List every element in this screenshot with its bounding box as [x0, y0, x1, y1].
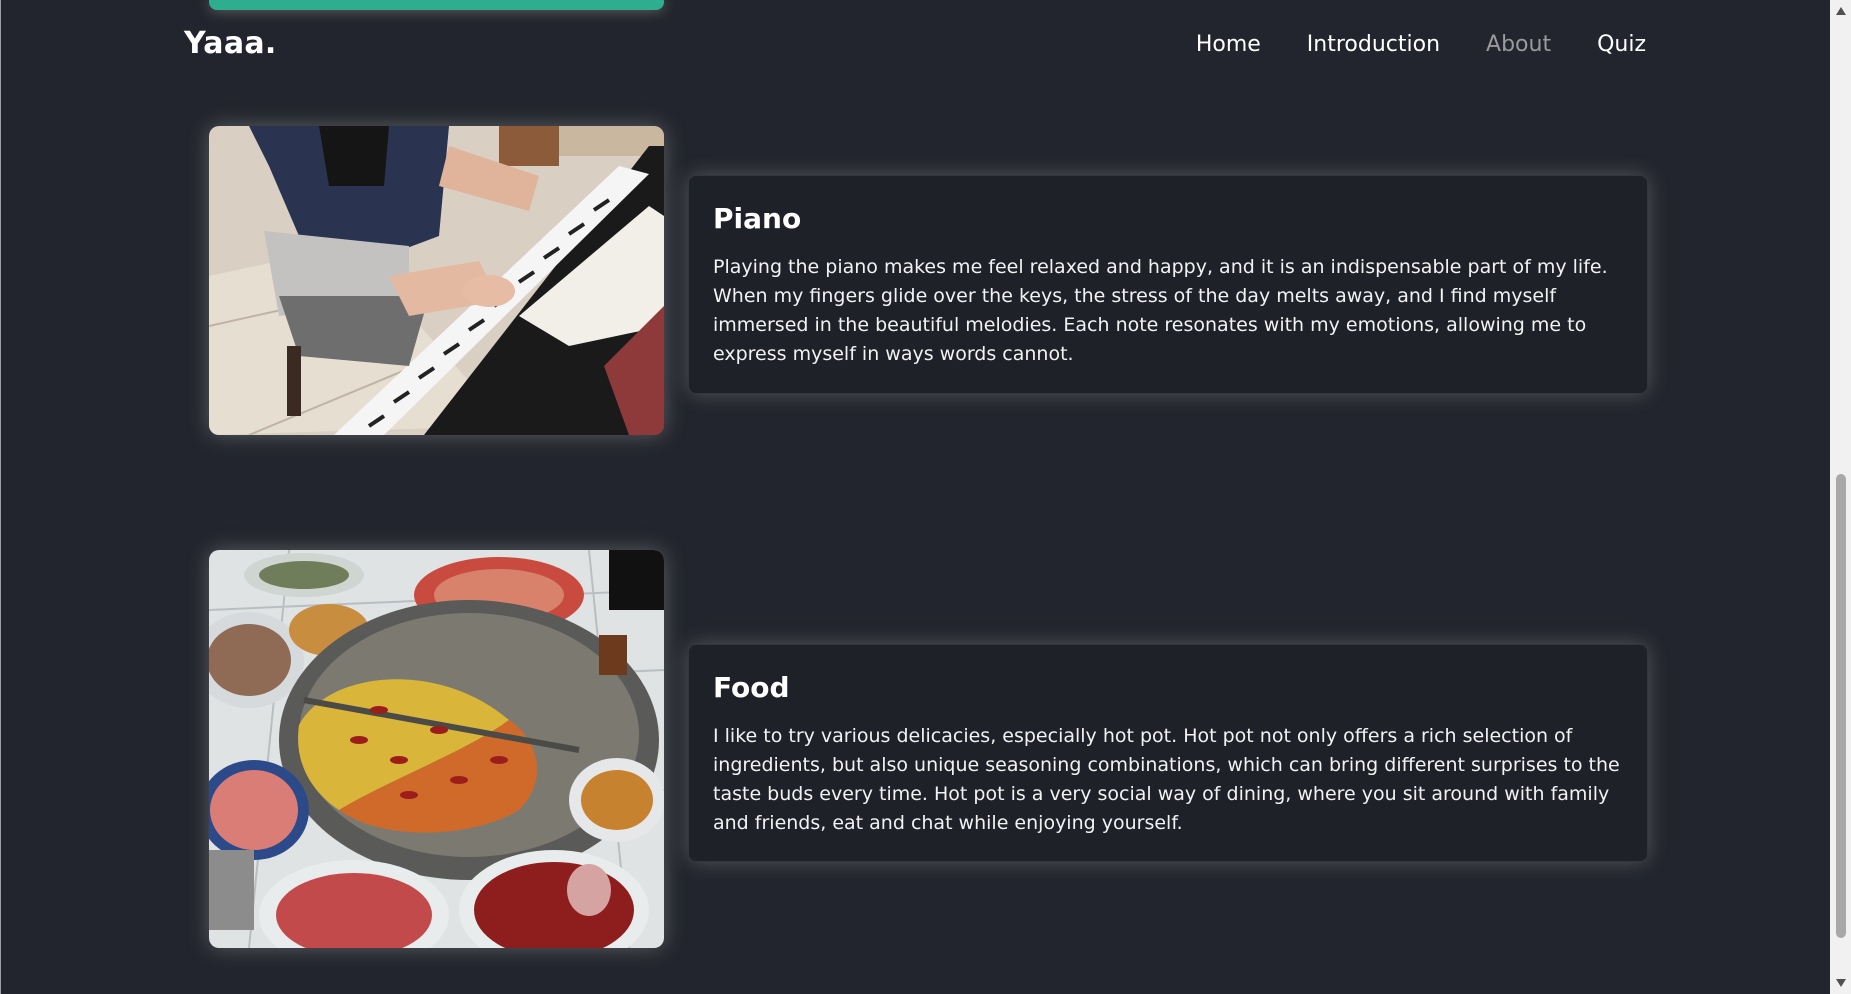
piano-image	[209, 126, 664, 435]
food-photo	[209, 550, 664, 948]
hotpot-image	[209, 550, 664, 948]
previous-section-image-edge	[209, 0, 664, 10]
page-viewport: Yaaa. Home Introduction About Quiz Piano…	[0, 0, 1830, 994]
scroll-thumb[interactable]	[1836, 474, 1846, 938]
nav-about[interactable]: About	[1486, 32, 1551, 57]
scroll-up-arrow-icon[interactable]	[1830, 2, 1851, 20]
food-title: Food	[713, 671, 790, 704]
page-scrollbar[interactable]	[1830, 0, 1851, 994]
main-nav: Home Introduction About Quiz	[1150, 32, 1646, 57]
nav-introduction[interactable]: Introduction	[1307, 32, 1440, 57]
site-logo[interactable]: Yaaa.	[184, 26, 277, 61]
food-text: I like to try various delicacies, especi…	[713, 725, 1620, 834]
piano-card: Piano Playing the piano makes me feel re…	[688, 175, 1648, 394]
piano-photo	[209, 126, 664, 435]
food-card: Food I like to try various delicacies, e…	[688, 644, 1648, 862]
piano-title: Piano	[713, 202, 802, 235]
scroll-down-arrow-icon[interactable]	[1830, 974, 1851, 992]
nav-home[interactable]: Home	[1196, 32, 1261, 57]
piano-text: Playing the piano makes me feel relaxed …	[713, 256, 1608, 365]
nav-quiz[interactable]: Quiz	[1597, 32, 1646, 57]
